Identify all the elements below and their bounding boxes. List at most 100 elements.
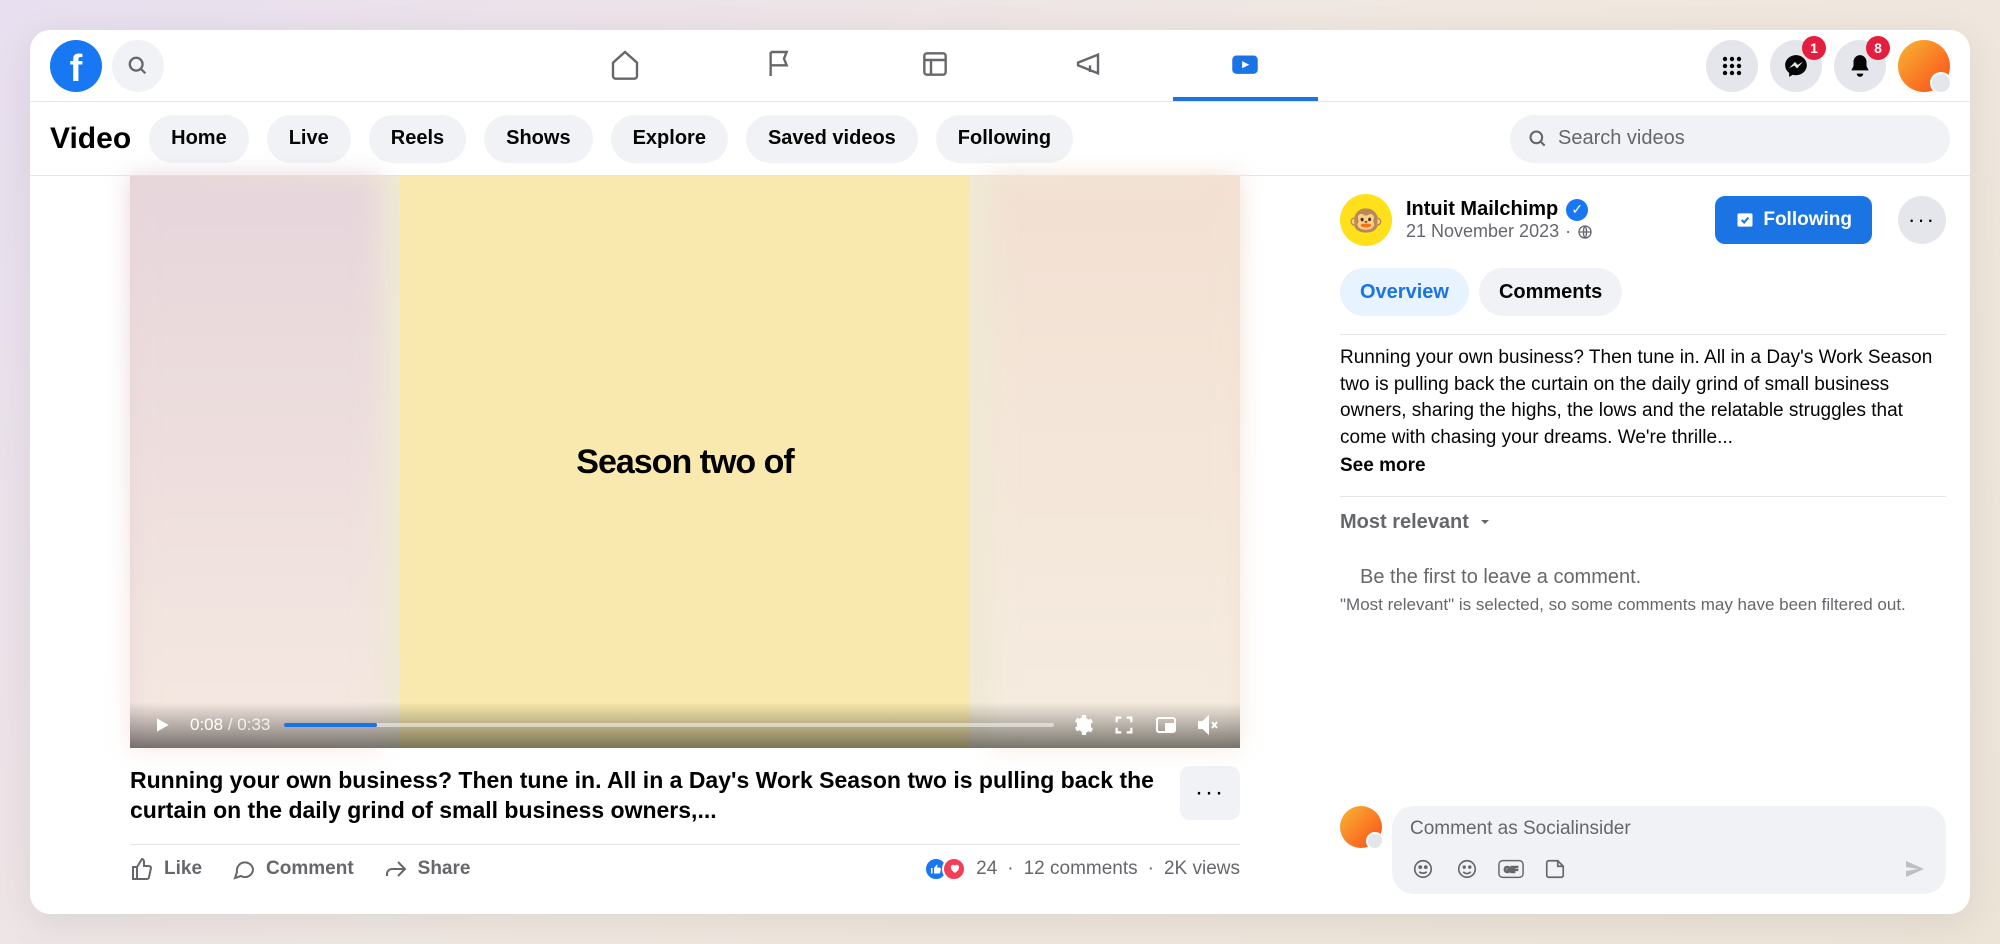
megaphone-icon xyxy=(1074,48,1106,80)
post-header: 🐵 Intuit Mailchimp ✓ 21 November 2023 · … xyxy=(1340,194,1946,246)
commenter-avatar[interactable] xyxy=(1340,806,1382,848)
progress-bar[interactable] xyxy=(284,723,1054,727)
nav-ads[interactable] xyxy=(1018,31,1163,101)
store-icon xyxy=(919,48,951,80)
like-button[interactable]: Like xyxy=(130,857,202,881)
action-row: Like Comment Share xyxy=(130,845,1240,893)
video-column: Season two of 0:08 / 0:33 xyxy=(30,176,1340,914)
send-button[interactable] xyxy=(1902,856,1928,882)
messenger-button[interactable]: 1 xyxy=(1770,40,1822,92)
progress-fill xyxy=(284,723,376,727)
filter-reels[interactable]: Reels xyxy=(369,115,466,163)
menu-grid-button[interactable] xyxy=(1706,40,1758,92)
nav-marketplace[interactable] xyxy=(863,31,1008,101)
sticker-icon xyxy=(1544,858,1566,880)
see-more-button[interactable]: See more xyxy=(1340,453,1946,480)
caption-more-button[interactable]: ··· xyxy=(1180,766,1240,820)
volume-mute-icon xyxy=(1196,713,1220,737)
account-avatar[interactable] xyxy=(1898,40,1950,92)
avatar-sticker-button[interactable] xyxy=(1410,856,1436,882)
chevron-down-icon xyxy=(1477,514,1493,530)
comment-sort[interactable]: Most relevant xyxy=(1340,511,1946,534)
reaction-icons[interactable] xyxy=(924,857,966,881)
video-icon xyxy=(1228,47,1262,81)
settings-button[interactable] xyxy=(1068,713,1096,737)
comment-input[interactable]: Comment as Socialinsider xyxy=(1410,818,1928,846)
gif-icon: GIF xyxy=(1498,859,1524,879)
app-window: f 1 xyxy=(30,30,1970,914)
video-search-placeholder: Search videos xyxy=(1558,127,1685,150)
filter-note: "Most relevant" is selected, so some com… xyxy=(1340,595,1946,615)
top-nav-right: 1 8 xyxy=(1706,40,1950,92)
fullscreen-button[interactable] xyxy=(1110,714,1138,736)
global-search-button[interactable] xyxy=(112,40,164,92)
comment-composer: Comment as Socialinsider GIF xyxy=(1340,806,1946,914)
video-player[interactable]: Season two of 0:08 / 0:33 xyxy=(130,176,1240,748)
reaction-count[interactable]: 24 xyxy=(976,858,997,880)
post-stats: 24 · 12 comments · 2K views xyxy=(924,857,1240,881)
empty-comments-text: Be the first to leave a comment. xyxy=(1340,566,1946,589)
messenger-badge: 1 xyxy=(1802,36,1826,60)
video-blur-right xyxy=(990,176,1240,748)
video-controls: 0:08 / 0:33 xyxy=(130,702,1240,748)
content: Season two of 0:08 / 0:33 xyxy=(30,176,1970,914)
play-button[interactable] xyxy=(148,715,176,735)
mute-button[interactable] xyxy=(1194,713,1222,737)
video-time: 0:08 / 0:33 xyxy=(190,715,270,735)
post-description: Running your own business? Then tune in.… xyxy=(1340,347,1932,448)
pip-icon xyxy=(1154,713,1178,737)
page-title: Video xyxy=(50,122,131,156)
notifications-button[interactable]: 8 xyxy=(1834,40,1886,92)
post-date[interactable]: 21 November 2023 · xyxy=(1406,221,1593,242)
filter-saved[interactable]: Saved videos xyxy=(746,115,918,163)
globe-icon xyxy=(1577,224,1593,240)
emoji-button[interactable] xyxy=(1454,856,1480,882)
svg-text:GIF: GIF xyxy=(1504,865,1518,875)
comments-count[interactable]: 12 comments xyxy=(1024,858,1138,880)
info-column: 🐵 Intuit Mailchimp ✓ 21 November 2023 · … xyxy=(1340,176,1970,914)
notifications-badge: 8 xyxy=(1866,36,1890,60)
home-icon xyxy=(609,48,641,80)
emoji-icon xyxy=(1456,858,1478,880)
page-avatar[interactable]: 🐵 xyxy=(1340,194,1392,246)
video-subbar: Video Home Live Reels Shows Explore Save… xyxy=(30,102,1970,176)
top-nav-center xyxy=(164,31,1706,101)
filter-explore[interactable]: Explore xyxy=(611,115,728,163)
post-options-button[interactable]: ··· xyxy=(1898,196,1946,244)
facebook-logo[interactable]: f xyxy=(50,40,102,92)
like-icon xyxy=(130,857,154,881)
tab-comments[interactable]: Comments xyxy=(1479,268,1622,316)
filter-shows[interactable]: Shows xyxy=(484,115,592,163)
caption-row: Running your own business? Then tune in.… xyxy=(130,748,1240,845)
expand-icon xyxy=(1113,714,1135,736)
comment-input-wrap[interactable]: Comment as Socialinsider GIF xyxy=(1392,806,1946,894)
sticker-button[interactable] xyxy=(1542,856,1568,882)
share-icon xyxy=(384,857,408,881)
video-overlay-text: Season two of xyxy=(576,443,793,482)
page-name[interactable]: Intuit Mailchimp xyxy=(1406,198,1558,221)
filter-following[interactable]: Following xyxy=(936,115,1073,163)
nav-flag[interactable] xyxy=(708,31,853,101)
love-reaction-icon xyxy=(942,857,966,881)
filter-live[interactable]: Live xyxy=(267,115,351,163)
gif-button[interactable]: GIF xyxy=(1498,856,1524,882)
comment-button[interactable]: Comment xyxy=(232,857,354,881)
gear-icon xyxy=(1070,713,1094,737)
post-description-block: Running your own business? Then tune in.… xyxy=(1340,334,1946,480)
tab-overview[interactable]: Overview xyxy=(1340,268,1469,316)
following-icon xyxy=(1735,210,1755,230)
comment-tool-row: GIF xyxy=(1410,856,1928,882)
nav-home[interactable] xyxy=(553,31,698,101)
comment-icon xyxy=(232,857,256,881)
video-search-input[interactable]: Search videos xyxy=(1510,115,1950,163)
views-count: 2K views xyxy=(1164,858,1240,880)
verified-badge-icon: ✓ xyxy=(1566,199,1588,221)
nav-video[interactable] xyxy=(1173,31,1318,101)
following-button[interactable]: Following xyxy=(1715,196,1872,244)
pip-button[interactable] xyxy=(1152,713,1180,737)
filter-home[interactable]: Home xyxy=(149,115,249,163)
video-caption: Running your own business? Then tune in.… xyxy=(130,766,1164,826)
share-button[interactable]: Share xyxy=(384,857,471,881)
tab-row: Overview Comments xyxy=(1340,268,1946,316)
flag-icon xyxy=(764,48,796,80)
